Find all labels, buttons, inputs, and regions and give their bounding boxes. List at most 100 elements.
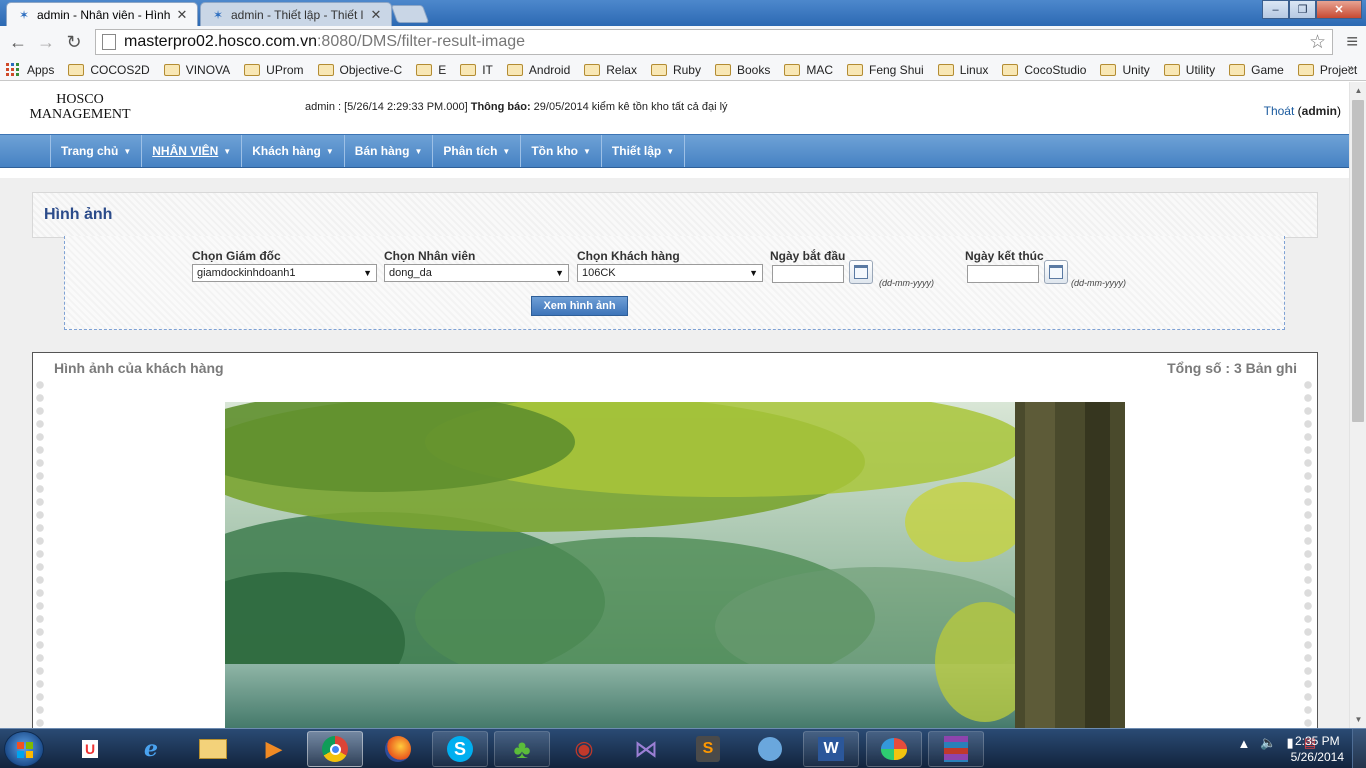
volume-icon[interactable]: 🔈 <box>1260 735 1276 751</box>
clover-icon[interactable]: ♣ <box>494 731 550 767</box>
show-desktop-button[interactable] <box>1352 729 1366 768</box>
bookmarks-bar: Apps COCOS2D VINOVA UProm Objective-C E … <box>0 59 1366 81</box>
chrome-icon[interactable] <box>307 731 363 767</box>
address-bar[interactable]: masterpro02.hosco.com.vn:8080/DMS/filter… <box>95 29 1333 55</box>
skype-glyph: S <box>447 736 473 762</box>
bookmark-apps[interactable]: Apps <box>6 63 54 77</box>
start-button[interactable] <box>4 731 44 767</box>
nav-item-settings[interactable]: Thiết lập ▼ <box>602 135 686 167</box>
visual-studio-icon[interactable]: ⋈ <box>618 731 674 767</box>
nav-item-home[interactable]: Trang chủ ▼ <box>51 135 143 167</box>
start-date-calendar-button[interactable] <box>849 260 873 284</box>
back-arrow-icon[interactable]: ← <box>4 29 32 57</box>
bookmark-folder[interactable]: Books <box>714 63 770 77</box>
nav-item-customers[interactable]: Khách hàng ▼ <box>242 135 345 167</box>
nav-item-sales[interactable]: Bán hàng ▼ <box>345 135 434 167</box>
folder-icon <box>847 63 863 76</box>
clock-date: 5/26/2014 <box>1290 750 1344 764</box>
word-icon[interactable]: W <box>803 731 859 767</box>
folder-icon <box>650 63 667 76</box>
mascot-icon[interactable] <box>742 731 798 767</box>
internet-explorer-icon[interactable]: e <box>123 731 179 767</box>
bookmark-folder[interactable]: COCOS2D <box>68 62 150 77</box>
browser-tab-2[interactable]: ✶ admin - Thiết lập - Thiết l ✕ <box>200 2 392 26</box>
employee-value: dong_da <box>389 267 432 279</box>
reload-icon[interactable]: ↻ <box>60 29 88 57</box>
explorer-icon[interactable] <box>185 731 241 767</box>
bag-icon[interactable]: ◉ <box>556 731 612 767</box>
customer-value: 106CK <box>582 267 616 279</box>
windows-logo-icon <box>17 742 33 758</box>
end-date-input[interactable] <box>967 265 1039 283</box>
app-logo[interactable]: HOSCO MANAGEMENT <box>28 92 132 122</box>
bookmark-folder[interactable]: UProm <box>244 63 304 77</box>
new-tab-button[interactable] <box>390 5 430 23</box>
bookmark-folder[interactable]: Game <box>1229 63 1284 77</box>
forward-arrow-icon[interactable]: → <box>32 29 60 57</box>
media-player-icon[interactable]: ▶ <box>246 731 302 767</box>
nav-item-employees[interactable]: NHÂN VIÊN ▼ <box>142 135 243 167</box>
sublime-icon[interactable]: S <box>680 731 736 767</box>
end-date-calendar-button[interactable] <box>1044 260 1068 284</box>
filter-form: Chọn Giám đốc giamdockinhdoanh1 ▼ Chọn N… <box>64 236 1285 330</box>
bookmark-folder[interactable]: E <box>416 63 446 77</box>
bookmark-folder[interactable]: VINOVA <box>163 62 231 77</box>
bookmark-folder[interactable]: Relax <box>584 63 637 77</box>
chrome-menu-icon[interactable]: ≡ <box>1346 32 1358 52</box>
nav-label: Trang chủ <box>61 144 119 158</box>
nav-item-inventory[interactable]: Tồn kho ▼ <box>521 135 602 167</box>
bookmark-folder[interactable]: IT <box>460 63 493 77</box>
bookmarks-overflow-icon[interactable]: » <box>1347 61 1354 75</box>
bookmark-label: Android <box>528 62 571 77</box>
scrollbar-thumb[interactable] <box>1352 100 1364 422</box>
bookmark-label: VINOVA <box>185 62 231 77</box>
caret-down-icon: ▼ <box>502 146 511 156</box>
employee-select[interactable]: dong_da ▼ <box>384 264 569 282</box>
skype-icon[interactable]: S <box>432 731 488 767</box>
bookmark-folder[interactable]: Objective-C <box>317 63 402 77</box>
close-tab-icon[interactable]: ✕ <box>369 7 383 23</box>
play-glyph: ▶ <box>265 736 283 761</box>
close-window-button[interactable]: ✕ <box>1316 0 1362 19</box>
bookmark-star-icon[interactable]: ☆ <box>1309 31 1326 54</box>
nav-item-analysis[interactable]: Phân tích ▼ <box>433 135 522 167</box>
director-select[interactable]: giamdockinhdoanh1 ▼ <box>192 264 377 282</box>
browser-tab-1[interactable]: ✶ admin - Nhân viên - Hình ✕ <box>6 2 198 26</box>
bookmark-folder[interactable]: Android <box>506 62 571 77</box>
scroll-down-icon[interactable]: ▼ <box>1350 711 1366 728</box>
customer-label: Chọn Khách hàng <box>577 249 680 263</box>
bookmark-folder[interactable]: Ruby <box>650 63 701 77</box>
taskbar-clock[interactable]: 2:35 PM 5/26/2014 <box>1291 733 1344 765</box>
decorative-dot-border <box>36 381 46 728</box>
bookmark-folder[interactable]: Feng Shui <box>847 63 924 77</box>
customer-photo[interactable] <box>225 402 1125 728</box>
logout-link[interactable]: Thoát <box>1264 104 1295 118</box>
close-tab-icon[interactable]: ✕ <box>175 7 189 23</box>
start-date-input[interactable] <box>772 265 844 283</box>
nav-label: Phân tích <box>443 144 498 158</box>
page-scrollbar[interactable]: ▲ ▼ <box>1349 82 1366 728</box>
end-date-format-hint: (dd-mm-yyyy) <box>1071 278 1126 288</box>
unikey-icon[interactable]: U <box>62 731 118 767</box>
bookmark-label: IT <box>482 62 493 77</box>
firefox-icon[interactable] <box>370 731 426 767</box>
url-path: :8080/DMS/filter-result-image <box>316 33 526 50</box>
scroll-up-icon[interactable]: ▲ <box>1350 82 1366 99</box>
view-images-button[interactable]: Xem hình ảnh <box>531 296 628 316</box>
bookmark-folder[interactable]: Unity <box>1100 63 1150 77</box>
director-value: giamdockinhdoanh1 <box>197 267 296 279</box>
paint-icon[interactable] <box>866 731 922 767</box>
customer-select[interactable]: 106CK ▼ <box>577 264 763 282</box>
bookmark-folder[interactable]: CocoStudio <box>1002 63 1086 77</box>
minimize-button[interactable]: – <box>1262 0 1289 19</box>
bookmark-folder[interactable]: Utility <box>1163 63 1215 77</box>
bookmark-folder[interactable]: MAC <box>784 63 833 77</box>
record-count: Tổng số : 3 Bản ghi <box>1167 360 1297 376</box>
restore-button[interactable]: ❐ <box>1289 0 1316 19</box>
bookmark-folder[interactable]: Linux <box>937 63 988 77</box>
start-date-format-hint: (dd-mm-yyyy) <box>879 278 934 288</box>
show-hidden-icons[interactable]: ▲ <box>1237 736 1250 751</box>
winrar-icon[interactable] <box>928 731 984 767</box>
tab-title: admin - Nhân viên - Hình <box>37 7 171 22</box>
bookmark-label: COCOS2D <box>90 62 150 77</box>
